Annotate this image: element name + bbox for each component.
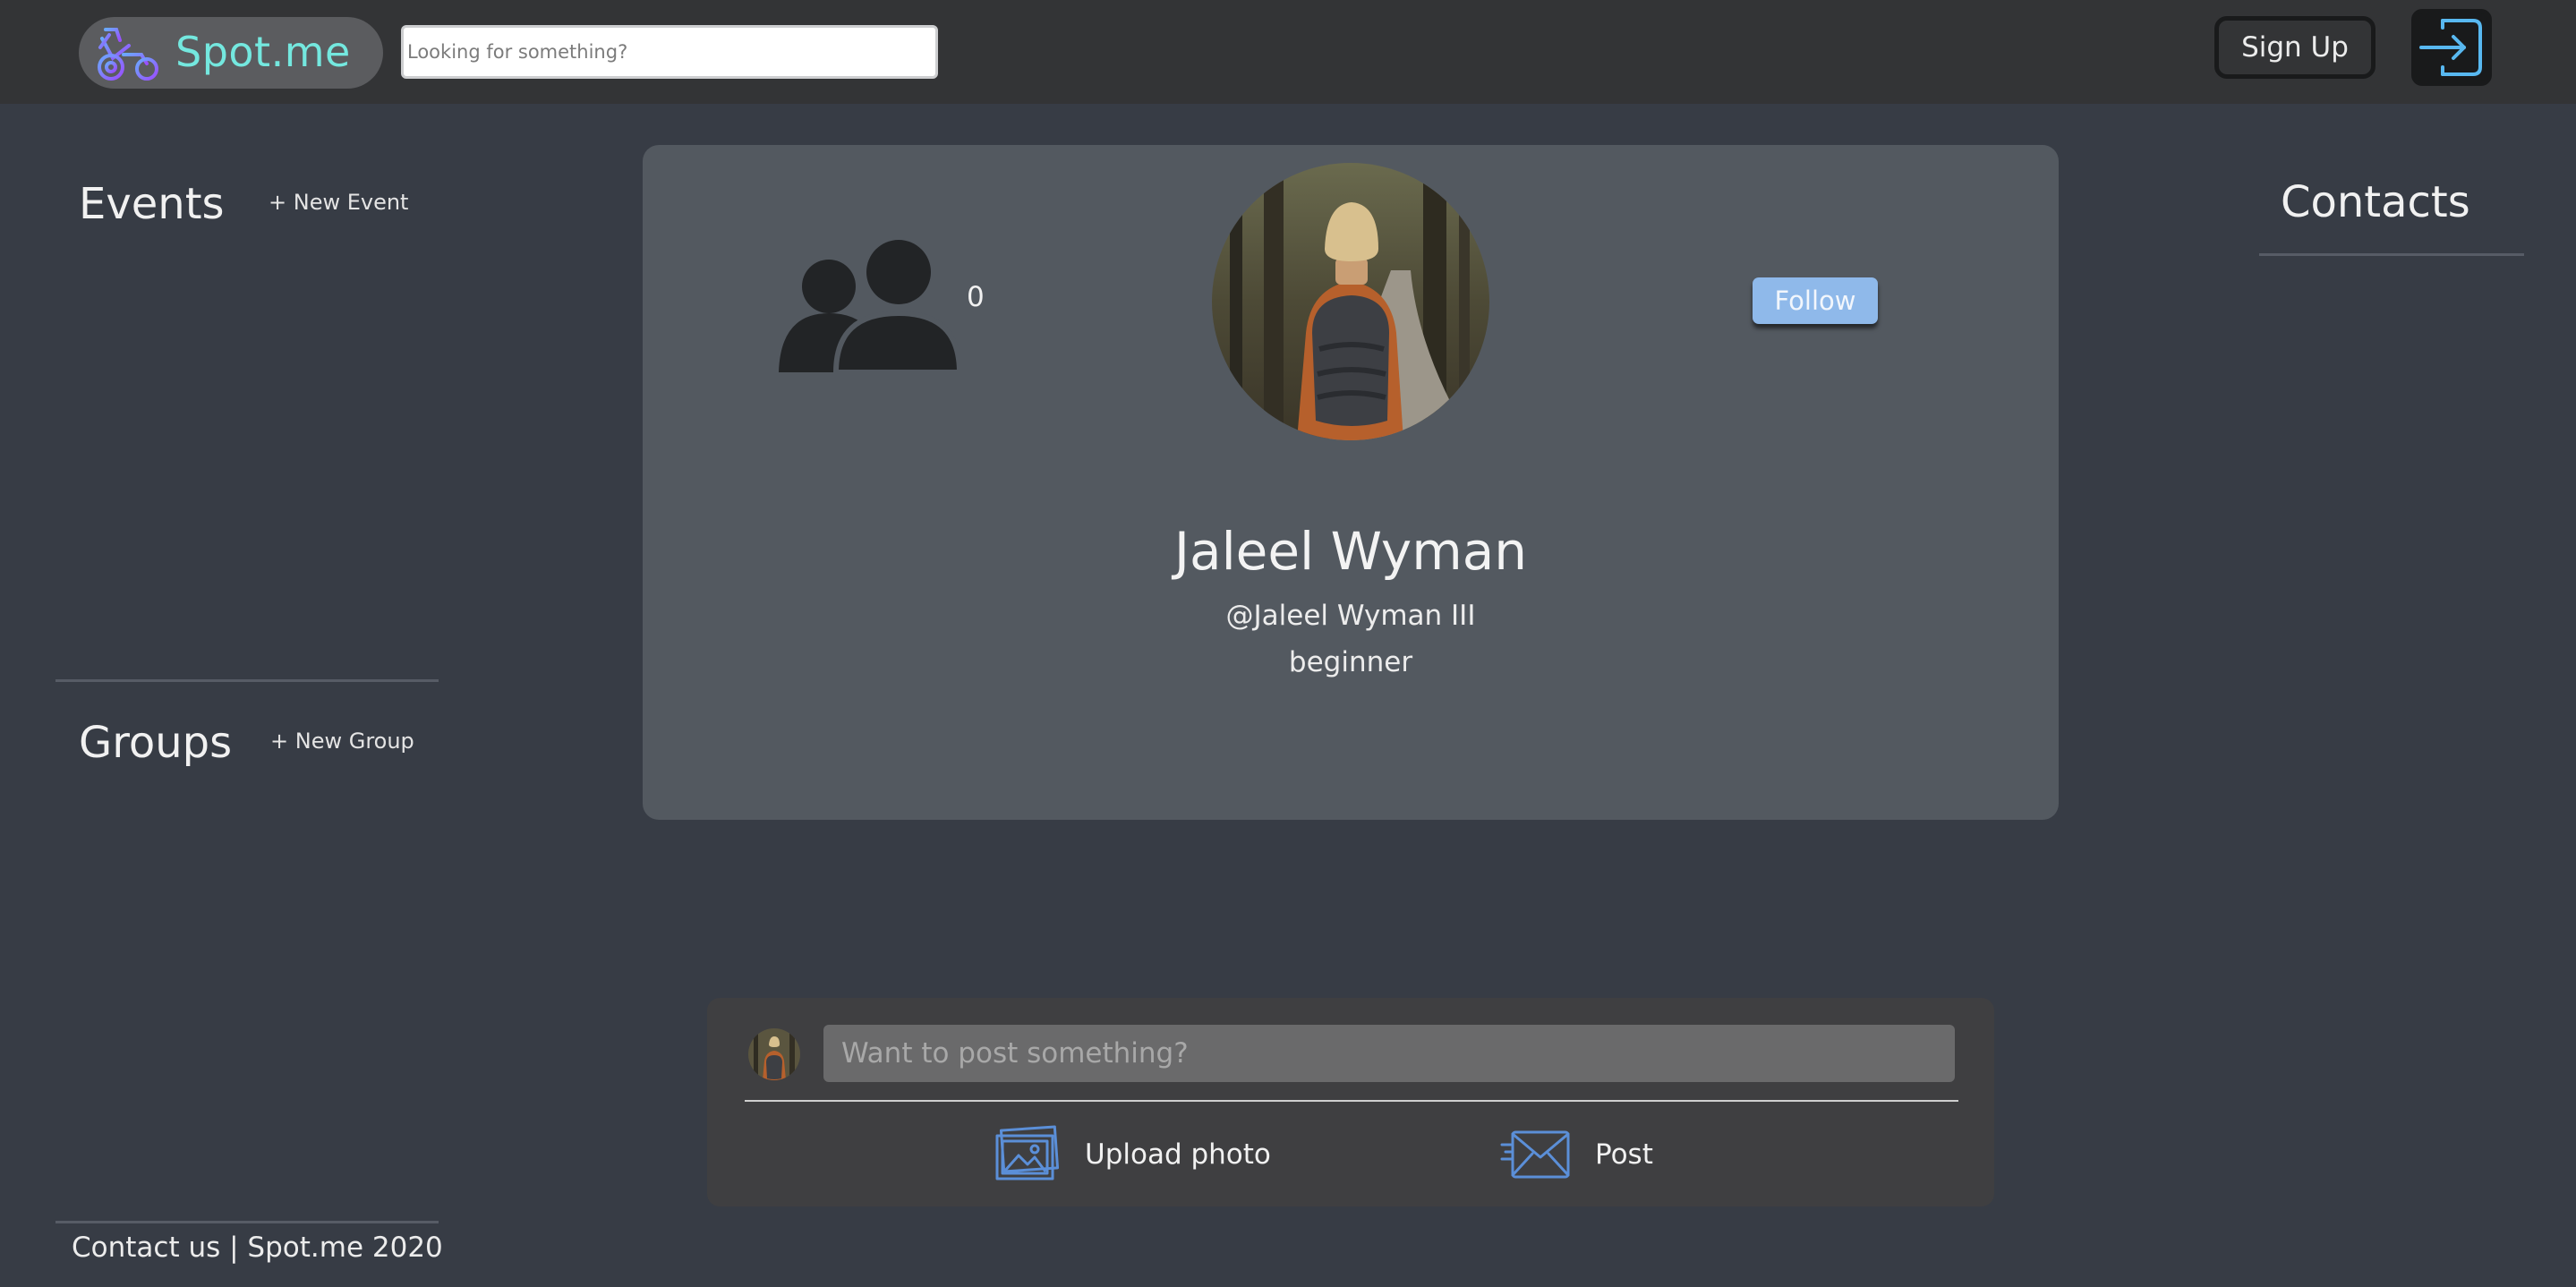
new-event-link[interactable]: + New Event [269,190,408,215]
footer-contact[interactable]: Contact us | Spot.me 2020 [72,1232,443,1264]
follow-button[interactable]: Follow [1753,277,1878,324]
events-heading: Events [79,179,225,229]
footer-divider [55,1221,439,1223]
profile-name: Jaleel Wyman [1173,521,1528,582]
groups-heading: Groups [79,718,233,768]
post-composer: Upload photo Post [707,998,1994,1206]
post-input[interactable] [823,1025,1955,1082]
upload-photo-button[interactable]: Upload photo [994,1123,1271,1186]
post-label: Post [1595,1138,1653,1171]
sidebar-divider [55,679,439,682]
sign-up-button[interactable]: Sign Up [2214,16,2376,79]
contacts-divider [2259,253,2524,256]
brand-logo[interactable]: Spot.me [79,17,383,89]
top-navigation-bar: Spot.me Sign Up [0,0,2576,104]
profile-card: 0 Follow Jaleel Wyman @Jaleel Wyman III … [643,145,2059,820]
profile-avatar [1212,163,1489,440]
spot-logo-icon [98,28,158,81]
upload-photo-label: Upload photo [1085,1138,1271,1171]
followers-count: 0 [967,281,985,313]
contacts-heading: Contacts [2281,177,2470,227]
brand-name: Spot.me [175,28,351,76]
photo-icon [995,1125,1060,1180]
users-icon [779,240,960,372]
login-arrow-icon [2419,19,2482,76]
search-input[interactable] [401,25,938,79]
user-avatar [748,1028,800,1080]
mail-send-icon [1500,1130,1570,1179]
composer-divider [745,1100,1958,1102]
login-button[interactable] [2411,9,2492,86]
profile-level: beginner [1288,646,1413,678]
new-group-link[interactable]: + New Group [270,729,414,754]
post-button[interactable]: Post [1500,1123,1653,1186]
profile-handle: @Jaleel Wyman III [1225,600,1476,632]
